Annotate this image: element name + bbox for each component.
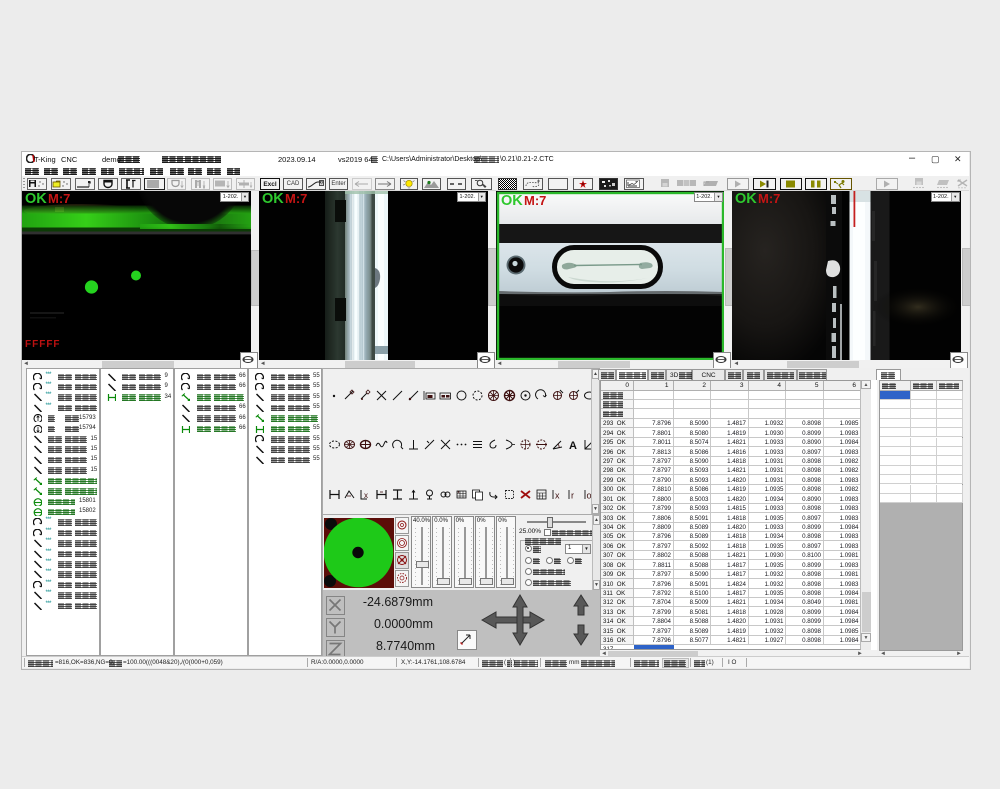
svg-text:OK: OK (501, 193, 523, 209)
svg-text:M:7: M:7 (524, 193, 546, 208)
svg-text:M:7: M:7 (285, 191, 307, 206)
svg-text:x: x (555, 491, 560, 501)
svg-text:M:7: M:7 (758, 191, 780, 206)
svg-text:A: A (569, 440, 577, 451)
svg-text:OK: OK (735, 191, 757, 207)
svg-text:OK: OK (25, 191, 47, 207)
svg-text:M:7: M:7 (48, 191, 70, 206)
svg-text:r: r (571, 491, 574, 501)
svg-text:x: x (364, 491, 368, 500)
svg-text:FFFFF: FFFFF (25, 339, 61, 350)
svg-text:OK: OK (262, 191, 284, 207)
